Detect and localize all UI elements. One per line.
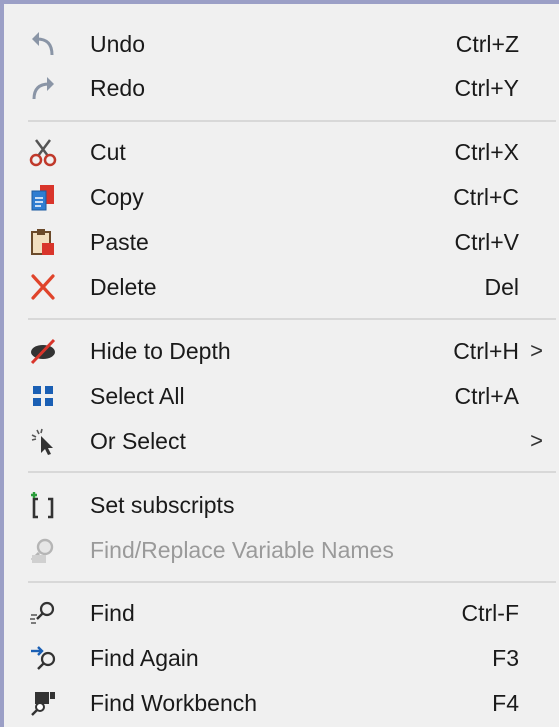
- subscripts-icon: [26, 490, 60, 520]
- delete-label: Delete: [90, 273, 157, 300]
- redo-shortcut: Ctrl+Y: [454, 74, 519, 101]
- paste-icon: [26, 227, 60, 257]
- redo-icon: [26, 73, 60, 103]
- find-again-shortcut: F3: [492, 644, 519, 671]
- find-label: Find: [90, 599, 135, 626]
- menu-item-find[interactable]: Find Ctrl-F: [4, 591, 559, 635]
- delete-x-icon: [26, 272, 60, 302]
- find-workbench-shortcut: F4: [492, 689, 519, 716]
- redo-label: Redo: [90, 74, 145, 101]
- menu-item-set-subscripts[interactable]: Set subscripts: [4, 483, 559, 527]
- set-subscripts-label: Set subscripts: [90, 491, 235, 518]
- separator: [28, 318, 556, 320]
- select-all-label: Select All: [90, 382, 185, 409]
- find-workbench-label: Find Workbench: [90, 689, 258, 716]
- scissors-icon: [26, 137, 60, 167]
- delete-shortcut: Del: [484, 273, 519, 300]
- undo-shortcut: Ctrl+Z: [455, 30, 519, 57]
- find-shortcut: Ctrl-F: [461, 599, 519, 626]
- find-again-label: Find Again: [90, 644, 199, 671]
- select-all-grid-icon: [26, 381, 60, 411]
- select-all-shortcut: Ctrl+A: [454, 382, 519, 409]
- menu-item-cut[interactable]: Cut Ctrl+X: [4, 130, 559, 174]
- hide-to-depth-label: Hide to Depth: [90, 337, 231, 364]
- hide-eye-icon: [26, 336, 60, 366]
- undo-label: Undo: [90, 30, 145, 57]
- menu-item-copy[interactable]: Copy Ctrl+C: [4, 175, 559, 219]
- cursor-select-icon: [26, 426, 60, 456]
- menu-item-find-workbench[interactable]: Find Workbench F4: [4, 681, 559, 725]
- chevron-right-icon: >: [530, 428, 543, 453]
- undo-icon: [26, 29, 60, 59]
- menu-item-delete[interactable]: Delete Del: [4, 265, 559, 309]
- cut-shortcut: Ctrl+X: [454, 138, 519, 165]
- copy-icon: [26, 182, 60, 212]
- copy-label: Copy: [90, 183, 144, 210]
- cut-label: Cut: [90, 138, 126, 165]
- menu-item-undo[interactable]: Undo Ctrl+Z: [4, 22, 559, 66]
- paste-label: Paste: [90, 228, 149, 255]
- separator: [28, 471, 556, 473]
- find-again-icon: [26, 643, 60, 673]
- menu-item-or-select[interactable]: Or Select >: [4, 419, 559, 463]
- or-select-label: Or Select: [90, 427, 186, 454]
- paste-shortcut: Ctrl+V: [454, 228, 519, 255]
- hide-to-depth-shortcut: Ctrl+H: [453, 337, 519, 364]
- menu-item-find-again[interactable]: Find Again F3: [4, 636, 559, 680]
- menu-item-find-replace-variable-names: Find/Replace Variable Names: [4, 528, 559, 572]
- find-icon: [26, 598, 60, 628]
- menu-item-hide-to-depth[interactable]: Hide to Depth Ctrl+H >: [4, 329, 559, 373]
- menu-item-paste[interactable]: Paste Ctrl+V: [4, 220, 559, 264]
- separator: [28, 120, 556, 122]
- find-replace-icon: [26, 535, 60, 565]
- menu-item-select-all[interactable]: Select All Ctrl+A: [4, 374, 559, 418]
- find-replace-label: Find/Replace Variable Names: [90, 536, 394, 563]
- menu-item-redo[interactable]: Redo Ctrl+Y: [4, 66, 559, 110]
- find-workbench-icon: [26, 688, 60, 718]
- separator: [28, 581, 556, 583]
- copy-shortcut: Ctrl+C: [453, 183, 519, 210]
- chevron-right-icon: >: [530, 338, 543, 363]
- edit-context-menu: Undo Ctrl+Z Redo Ctrl+Y Cut Ctrl+X Copy …: [0, 0, 559, 727]
